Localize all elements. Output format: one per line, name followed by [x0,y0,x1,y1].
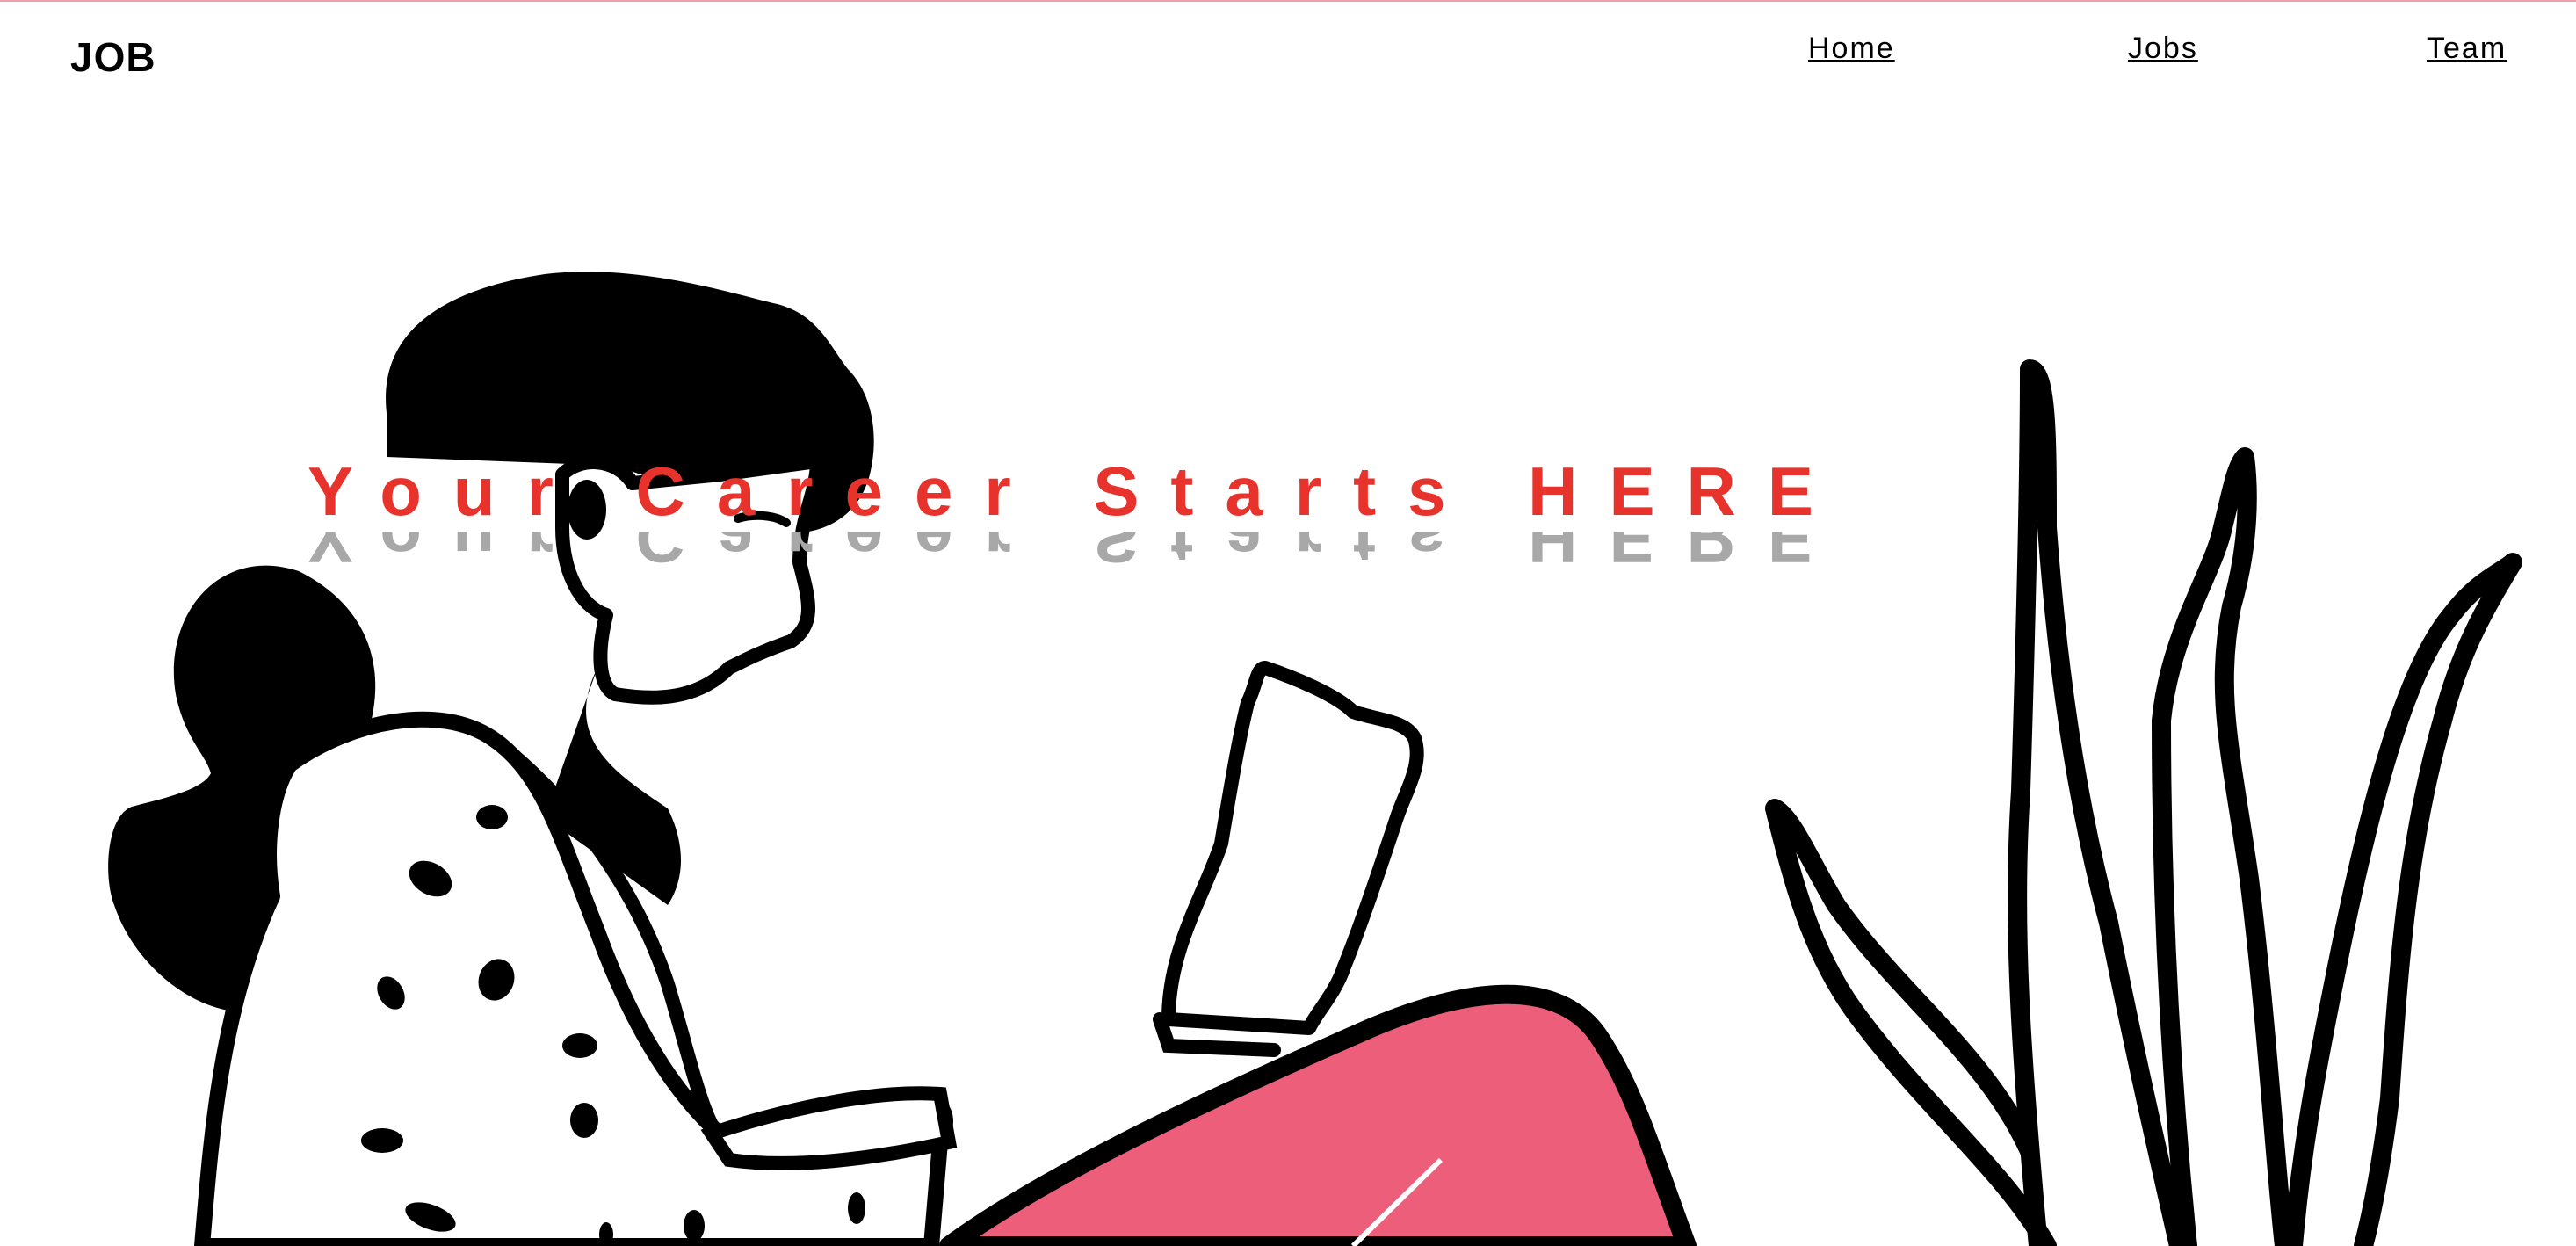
hero-headline: Your Career Starts HERE [308,453,1845,530]
nav-link-jobs[interactable]: Jobs [2128,32,2198,66]
woman-reading-book-icon [108,272,1697,1246]
hero-section: Your Career Starts HERE Your Career Star… [308,457,1845,525]
hero-illustration [108,272,2522,1246]
site-logo[interactable]: JOB [70,33,156,81]
site-header: JOB Home Jobs Team [0,0,2576,105]
nav-link-team[interactable]: Team [2427,32,2507,66]
nav-link-home[interactable]: Home [1808,32,1895,66]
plant-leaves-icon [1765,359,2522,1246]
